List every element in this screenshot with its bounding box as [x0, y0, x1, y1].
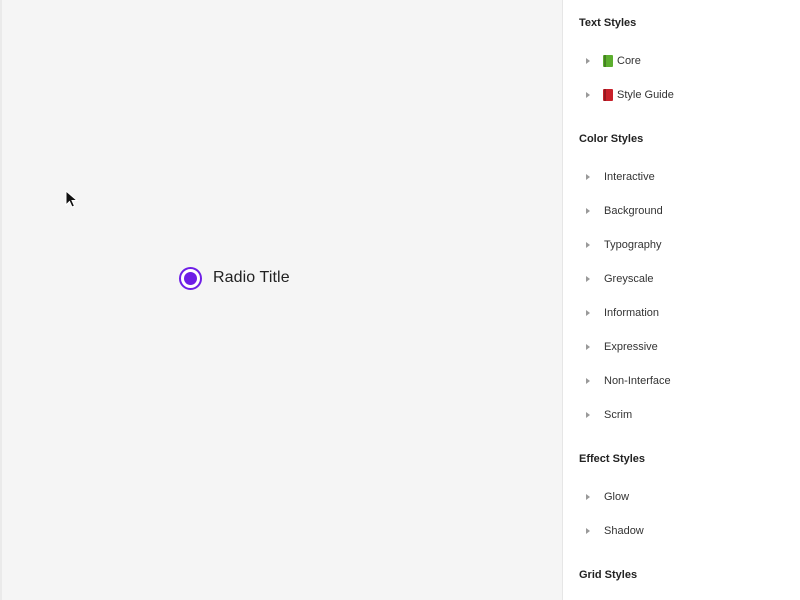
caret-right-icon[interactable] [586, 344, 590, 350]
caret-right-icon[interactable] [586, 528, 590, 534]
style-group-label: Background [604, 205, 663, 217]
grid-styles-heading: Grid Styles [579, 569, 638, 581]
style-group-greyscale[interactable]: Greyscale [563, 267, 800, 291]
green-book-icon [603, 55, 613, 67]
style-group-interactive[interactable]: Interactive [563, 165, 800, 189]
design-canvas[interactable]: Radio Title [0, 0, 562, 600]
color-styles-heading: Color Styles [579, 133, 644, 145]
caret-right-icon[interactable] [586, 242, 590, 248]
style-group-label: Non-Interface [604, 375, 671, 387]
caret-right-icon[interactable] [586, 208, 590, 214]
style-group-label: Typography [604, 239, 662, 251]
caret-right-icon[interactable] [586, 310, 590, 316]
style-group-label: Shadow [604, 525, 644, 537]
caret-right-icon[interactable] [586, 276, 590, 282]
radio-dot [184, 271, 197, 285]
style-group-glow[interactable]: Glow [563, 485, 800, 509]
style-group-information[interactable]: Information [563, 301, 800, 325]
styles-panel: Text Styles Core Style Guide Color Style… [562, 0, 800, 600]
radio-button[interactable]: Radio Title [179, 266, 290, 290]
caret-right-icon[interactable] [586, 494, 590, 500]
style-group-scrim[interactable]: Scrim [563, 403, 800, 427]
style-group-label: Glow [604, 491, 630, 503]
text-styles-heading: Text Styles [579, 17, 637, 29]
app-window: Radio Title Text Styles Core Style Guide… [0, 0, 800, 600]
style-group-label: Interactive [604, 171, 655, 183]
style-group-label: Expressive [604, 341, 658, 353]
caret-right-icon[interactable] [586, 58, 590, 64]
style-group-background[interactable]: Background [563, 199, 800, 223]
radio-selected-icon[interactable] [179, 266, 202, 290]
style-group-label: Style Guide [617, 89, 674, 101]
caret-right-icon[interactable] [586, 92, 590, 98]
effect-styles-heading: Effect Styles [579, 453, 646, 465]
caret-right-icon[interactable] [586, 174, 590, 180]
style-group-expressive[interactable]: Expressive [563, 335, 800, 359]
style-group-non-interface[interactable]: Non-Interface [563, 369, 800, 393]
style-group-label: Greyscale [604, 273, 654, 285]
style-group-label: Information [604, 307, 660, 319]
mouse-cursor-icon [65, 190, 79, 208]
style-group-label: Core [617, 55, 641, 67]
style-group-style-guide[interactable]: Style Guide [563, 83, 800, 107]
style-group-typography[interactable]: Typography [563, 233, 800, 257]
style-group-shadow[interactable]: Shadow [563, 519, 800, 543]
caret-right-icon[interactable] [586, 378, 590, 384]
red-book-icon [603, 89, 613, 101]
caret-right-icon[interactable] [586, 412, 590, 418]
style-group-core[interactable]: Core [563, 49, 800, 73]
style-group-label: Scrim [604, 409, 633, 421]
radio-title-label: Radio Title [213, 269, 290, 286]
